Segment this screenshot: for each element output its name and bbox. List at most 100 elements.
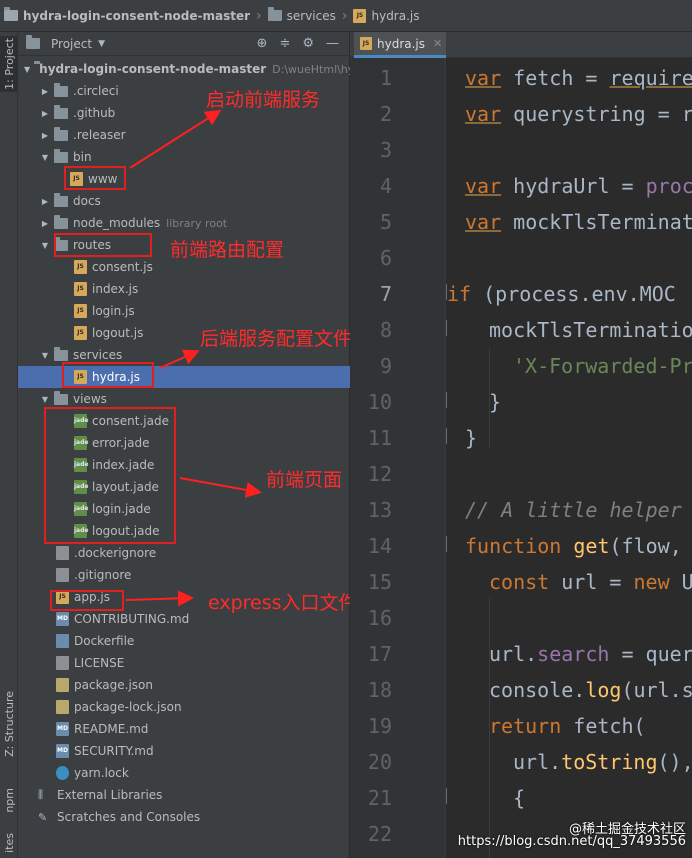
json-file-icon — [56, 678, 69, 692]
tree-item-readme[interactable]: MD README.md — [18, 718, 350, 740]
breadcrumb-file[interactable]: JS hydra.js — [353, 8, 420, 23]
code-line: mockTlsTerminatio — [489, 318, 692, 342]
code-editor[interactable]: var fetch = require var querystring = r … — [447, 58, 692, 858]
line-number: 7 — [379, 282, 392, 306]
tree-item-scratches[interactable]: ✎ Scratches and Consoles — [18, 806, 350, 828]
expanded-arrow-icon[interactable]: ▼ — [40, 351, 50, 360]
code-line: url.search = quer — [489, 642, 692, 666]
expanded-arrow-icon[interactable]: ▼ — [24, 65, 30, 74]
code-line: } — [465, 426, 478, 450]
annotation-routes: 前端路由配置 — [170, 239, 285, 261]
tab-hydra-js[interactable]: JS hydra.js ✕ — [354, 32, 446, 58]
code-line: return fetch( — [489, 714, 646, 738]
tree-item-node-modules[interactable]: ▶ node_modules library root — [18, 212, 350, 234]
text-file-icon — [56, 546, 69, 560]
gear-icon[interactable]: ⚙ — [302, 36, 314, 51]
line-number: 9 — [379, 354, 392, 378]
tree-item-package-json[interactable]: package.json — [18, 674, 350, 696]
collapsed-arrow-icon[interactable]: ▶ — [40, 87, 50, 96]
tree-root[interactable]: ▼ hydra-login-consent-node-master D:\wue… — [18, 58, 377, 80]
markdown-file-icon: MD — [56, 722, 69, 736]
tree-item-dockerignore[interactable]: .dockerignore — [18, 542, 350, 564]
js-file-icon: JS — [74, 282, 87, 296]
code-line: console.log(url.s — [489, 678, 692, 702]
tree-item-yarn-lock[interactable]: yarn.lock — [18, 762, 350, 784]
folder-icon — [54, 104, 68, 119]
line-number: 21 — [367, 786, 392, 810]
code-line: if (process.env.MOC — [447, 282, 676, 306]
breadcrumb-separator: › — [341, 7, 348, 24]
collapsed-arrow-icon[interactable]: ▶ — [40, 109, 50, 118]
project-tool-tab[interactable]: 1: Project — [0, 36, 18, 92]
hide-icon[interactable]: — — [326, 36, 339, 51]
line-number: 12 — [367, 462, 392, 486]
js-file-icon: JS — [353, 8, 367, 23]
target-icon[interactable]: ⊕ — [257, 36, 268, 51]
tree-item-dockerfile[interactable]: Dockerfile — [18, 630, 350, 652]
code-line: var mockTlsTerminat — [465, 210, 692, 234]
collapsed-arrow-icon[interactable]: ▶ — [40, 197, 50, 206]
folder-icon — [267, 7, 282, 21]
line-number: 15 — [367, 570, 392, 594]
folder-icon — [54, 390, 68, 405]
chevron-down-icon[interactable]: ▼ — [98, 39, 105, 49]
annotation-services: 后端服务配置文件 — [200, 328, 353, 350]
markdown-file-icon: MD — [56, 744, 69, 758]
code-line: var fetch = require — [465, 66, 692, 90]
code-line: { — [513, 786, 526, 810]
code-line: // A little helper — [465, 498, 682, 522]
folder-icon — [54, 148, 68, 163]
annotation-views: 前端页面 — [266, 469, 343, 491]
js-file-icon: JS — [360, 37, 372, 50]
tree-item-license[interactable]: LICENSE — [18, 652, 350, 674]
expanded-arrow-icon[interactable]: ▼ — [40, 153, 50, 162]
line-number: 22 — [367, 822, 392, 846]
project-panel-header: Project ▼ ⊕ ≑ ⚙ — — [18, 32, 349, 56]
collapse-icon[interactable]: ≑ — [279, 36, 290, 51]
annotation-box-routes — [54, 233, 152, 257]
collapsed-arrow-icon[interactable]: ▶ — [40, 219, 50, 228]
line-number: 16 — [367, 606, 392, 630]
tree-item-bin[interactable]: ▼ bin — [18, 146, 350, 168]
markdown-file-icon: MD — [56, 612, 69, 626]
breadcrumb-folder[interactable]: services — [267, 7, 336, 23]
structure-tool-tab[interactable]: Z: Structure — [0, 684, 18, 764]
favorites-tool-tab[interactable]: ites — [0, 828, 18, 858]
expanded-arrow-icon[interactable]: ▼ — [40, 241, 50, 250]
line-number: 8 — [379, 318, 392, 342]
breadcrumb-project[interactable]: hydra-login-consent-node-master — [4, 7, 250, 23]
folder-icon — [54, 192, 68, 207]
expanded-arrow-icon[interactable]: ▼ — [40, 395, 50, 404]
line-number: 18 — [367, 678, 392, 702]
docker-file-icon — [56, 634, 69, 648]
text-file-icon — [56, 568, 69, 582]
text-file-icon — [56, 656, 69, 670]
js-file-icon: JS — [74, 326, 87, 340]
line-number: 4 — [379, 174, 392, 198]
code-line: function get(flow, — [465, 534, 682, 558]
project-icon — [26, 35, 40, 49]
annotation-box-views — [44, 407, 176, 544]
tree-item-login-js[interactable]: JS login.js — [18, 300, 350, 322]
line-number: 14 — [367, 534, 392, 558]
line-number: 13 — [367, 498, 392, 522]
tree-item-gitignore[interactable]: .gitignore — [18, 564, 350, 586]
tree-item-package-lock[interactable]: package-lock.json — [18, 696, 350, 718]
collapsed-arrow-icon[interactable]: ▶ — [40, 131, 50, 140]
line-number: 11 — [367, 426, 392, 450]
npm-tool-tab[interactable]: npm — [0, 780, 18, 820]
close-icon[interactable]: ✕ — [433, 37, 442, 50]
line-number: 19 — [367, 714, 392, 738]
tree-item-releaser[interactable]: ▶ .releaser — [18, 124, 350, 146]
line-number: 3 — [379, 138, 392, 162]
tree-item-external-libraries[interactable]: ⫼ External Libraries — [18, 784, 350, 806]
line-number: 10 — [367, 390, 392, 414]
tree-item-docs[interactable]: ▶ docs — [18, 190, 350, 212]
tree-item-security[interactable]: MD SECURITY.md — [18, 740, 350, 762]
js-file-icon: JS — [74, 260, 87, 274]
line-number: 6 — [379, 246, 392, 270]
watermark-csdn: https://blog.csdn.net/qq_37493556 — [457, 834, 686, 849]
code-line: const url = new U — [489, 570, 692, 594]
tree-item-index-js[interactable]: JS index.js — [18, 278, 350, 300]
project-view-selector[interactable]: Project — [51, 37, 92, 51]
